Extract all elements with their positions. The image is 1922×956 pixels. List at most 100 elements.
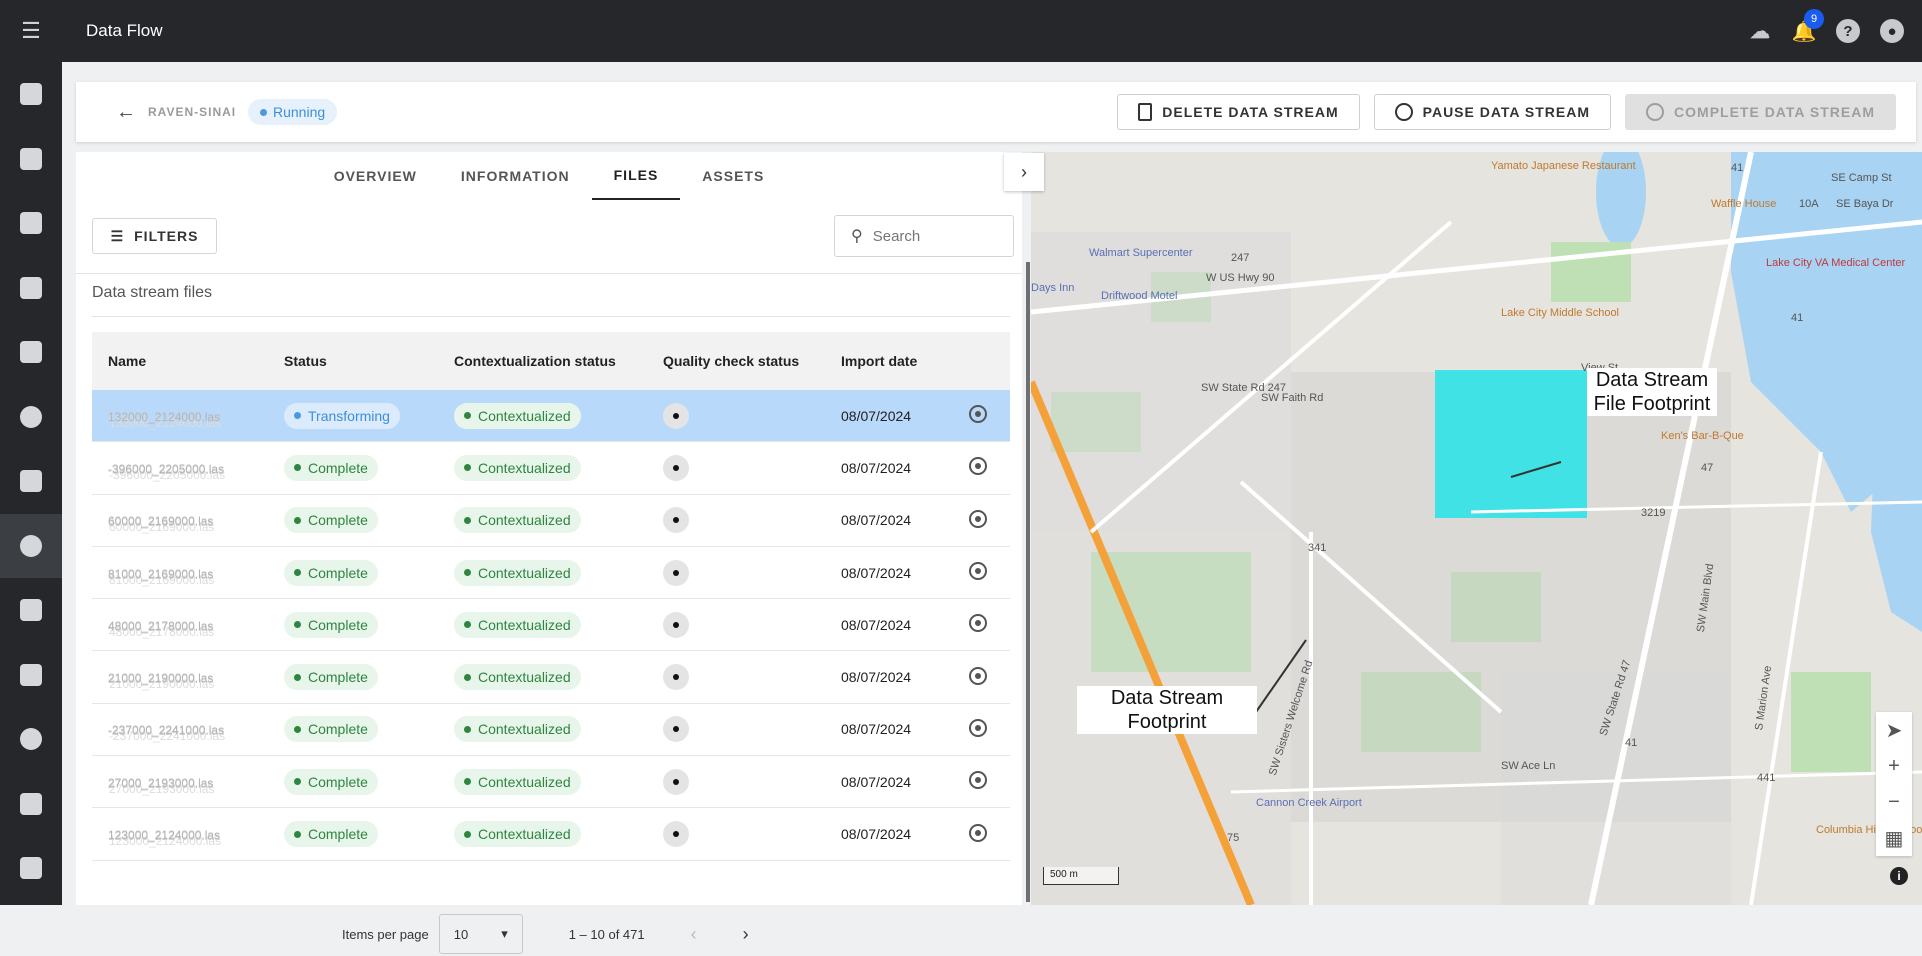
sidebar-item-data-flow[interactable] xyxy=(0,513,62,578)
status-cell: Transforming xyxy=(284,402,454,429)
column-header-name[interactable]: Name xyxy=(92,353,284,369)
back-arrow-icon[interactable]: ← xyxy=(116,101,136,124)
locate-target-icon[interactable] xyxy=(969,666,987,685)
pause-data-stream-button[interactable]: PAUSE DATA STREAM xyxy=(1373,94,1612,130)
filters-button[interactable]: ☰ FILTERS xyxy=(92,218,217,254)
data-flow-icon xyxy=(20,534,42,557)
next-page-icon[interactable]: › xyxy=(743,924,749,945)
status-dot-icon xyxy=(294,516,301,524)
table-row[interactable]: 21000_2190000.las Complete Contextualized 0… xyxy=(92,651,1010,704)
locate-cell xyxy=(969,457,1010,478)
account-avatar-icon[interactable]: ● xyxy=(1880,19,1904,43)
compass-icon[interactable]: ➤ xyxy=(1876,712,1912,748)
table-row[interactable]: -237000_2241000.las Complete Contextualize… xyxy=(92,704,1010,757)
map-controls: ➤ + − ▦ xyxy=(1876,712,1912,856)
tab-information[interactable]: INFORMATION xyxy=(439,152,592,200)
previous-page-icon[interactable]: ‹ xyxy=(691,924,697,945)
import-date-cell: 08/07/2024 xyxy=(841,564,912,581)
locate-target-icon[interactable] xyxy=(969,405,987,424)
divider xyxy=(92,316,1010,317)
sidebar-item-calendar[interactable] xyxy=(0,191,62,256)
sidebar-item-search-data[interactable] xyxy=(0,385,62,450)
sidebar-item-list[interactable] xyxy=(0,643,62,708)
map-label: 75 xyxy=(1227,832,1240,844)
locate-target-icon[interactable] xyxy=(969,562,987,581)
tab-files[interactable]: FILES xyxy=(591,152,681,200)
sidebar-item-settings[interactable] xyxy=(0,707,62,772)
info-icon[interactable]: i xyxy=(1890,867,1908,885)
delete-data-stream-button[interactable]: DELETE DATA STREAM xyxy=(1117,94,1360,130)
locate-target-icon[interactable] xyxy=(969,457,987,476)
quality-check-cell xyxy=(663,768,841,795)
quality-check-indicator-icon xyxy=(663,454,689,481)
tab-assets[interactable]: ASSETS xyxy=(680,152,786,200)
sidebar-item-checklist[interactable] xyxy=(0,320,62,385)
calendar-icon xyxy=(20,212,42,235)
table-row[interactable]: 60000_2169000.las Complete Contextualized 0… xyxy=(92,495,1010,547)
sidebar-item-filter[interactable] xyxy=(0,578,62,643)
map-label: Ken's Bar-B-Que xyxy=(1661,430,1744,442)
zoom-in-icon[interactable]: + xyxy=(1876,748,1912,784)
status-cell: Complete xyxy=(284,507,454,534)
locate-target-icon[interactable] xyxy=(969,718,987,737)
app-title: Data Flow xyxy=(86,21,163,40)
import-date-cell: 08/07/2024 xyxy=(841,826,912,843)
sidebar-item-clipboard-2[interactable] xyxy=(0,836,62,901)
delete-label: DELETE DATA STREAM xyxy=(1162,104,1339,120)
table-row[interactable]: 81000_2169000.las Complete Contextualized 0… xyxy=(92,547,1010,600)
locate-target-icon[interactable] xyxy=(969,771,987,790)
notifications-bell-icon[interactable]: 🔔 9 xyxy=(1792,9,1824,43)
contextualization-cell: Contextualized xyxy=(454,507,663,534)
sidebar-item-clipboard[interactable] xyxy=(0,772,62,837)
table-row[interactable]: -396000_2205000.las Complete Contextualize… xyxy=(92,442,1010,495)
map-layers-icon[interactable]: ▦ xyxy=(1876,820,1912,856)
locate-target-icon[interactable] xyxy=(969,614,987,633)
collapse-panel-chevron-icon[interactable]: › xyxy=(1004,153,1044,191)
table-row[interactable]: 48000_2178000.las Complete Contextualized 0… xyxy=(92,599,1010,652)
briefcase-icon xyxy=(20,470,42,493)
map-label: SW Ace Ln xyxy=(1501,760,1556,772)
column-header-quality-check[interactable]: Quality check status xyxy=(663,353,841,369)
quality-check-cell xyxy=(663,821,841,848)
tablet-icon xyxy=(20,83,42,106)
zoom-out-icon[interactable]: − xyxy=(1876,784,1912,820)
complete-data-stream-button[interactable]: COMPLETE DATA STREAM xyxy=(1625,94,1896,130)
contextualization-text: Contextualized xyxy=(478,459,571,476)
search-input[interactable] xyxy=(872,227,993,245)
file-name-cell: -396000_2205000.las xyxy=(92,460,284,476)
quality-check-indicator-icon xyxy=(663,559,689,586)
search-field[interactable]: ⚲ xyxy=(834,215,1014,257)
status-badge: Complete xyxy=(284,768,378,795)
contextualization-cell: Contextualized xyxy=(454,611,663,638)
map-label: Walmart Supercenter xyxy=(1089,247,1193,259)
map-label: 41 xyxy=(1731,162,1744,174)
locate-target-icon[interactable] xyxy=(969,823,987,842)
hamburger-menu-icon[interactable]: ☰ xyxy=(0,0,62,62)
status-badge: Complete xyxy=(284,716,378,743)
cloud-upload-icon[interactable]: ☁ xyxy=(1748,19,1772,43)
column-header-contextualization[interactable]: Contextualization status xyxy=(454,353,663,369)
column-header-status[interactable]: Status xyxy=(284,353,454,369)
quality-check-cell xyxy=(663,402,841,429)
panel-scrollbar[interactable] xyxy=(1026,262,1030,902)
contextualization-cell: Contextualized xyxy=(454,664,663,691)
contextualization-text: Contextualized xyxy=(478,407,571,424)
tab-overview[interactable]: OVERVIEW xyxy=(312,152,439,200)
quality-check-indicator-icon xyxy=(663,664,689,691)
column-header-import-date[interactable]: Import date xyxy=(841,353,969,369)
locate-target-icon[interactable] xyxy=(969,509,987,528)
status-cell: Complete xyxy=(284,611,454,638)
sidebar-item-tablet[interactable] xyxy=(0,62,62,127)
status-dot-icon xyxy=(464,621,471,629)
help-icon[interactable]: ? xyxy=(1836,19,1860,43)
table-row[interactable]: 123000_2124000.las Complete Contextualized… xyxy=(92,808,1010,861)
sidebar-item-feed[interactable] xyxy=(0,127,62,192)
items-per-page-select[interactable]: 10 ▾ xyxy=(438,914,523,954)
map-view[interactable]: Yamato Japanese Restaurant Walmart Super… xyxy=(1031,152,1922,905)
sidebar-item-briefcase[interactable] xyxy=(0,449,62,514)
status-dot-icon xyxy=(294,778,301,786)
table-row[interactable]: 27000_2193000.las Complete Contextualized 0… xyxy=(92,756,1010,809)
section-title: Data stream files xyxy=(92,284,213,301)
sidebar-item-scan[interactable] xyxy=(0,256,62,321)
table-row[interactable]: 132000_2124000.las Transforming Contextual… xyxy=(92,390,1010,443)
